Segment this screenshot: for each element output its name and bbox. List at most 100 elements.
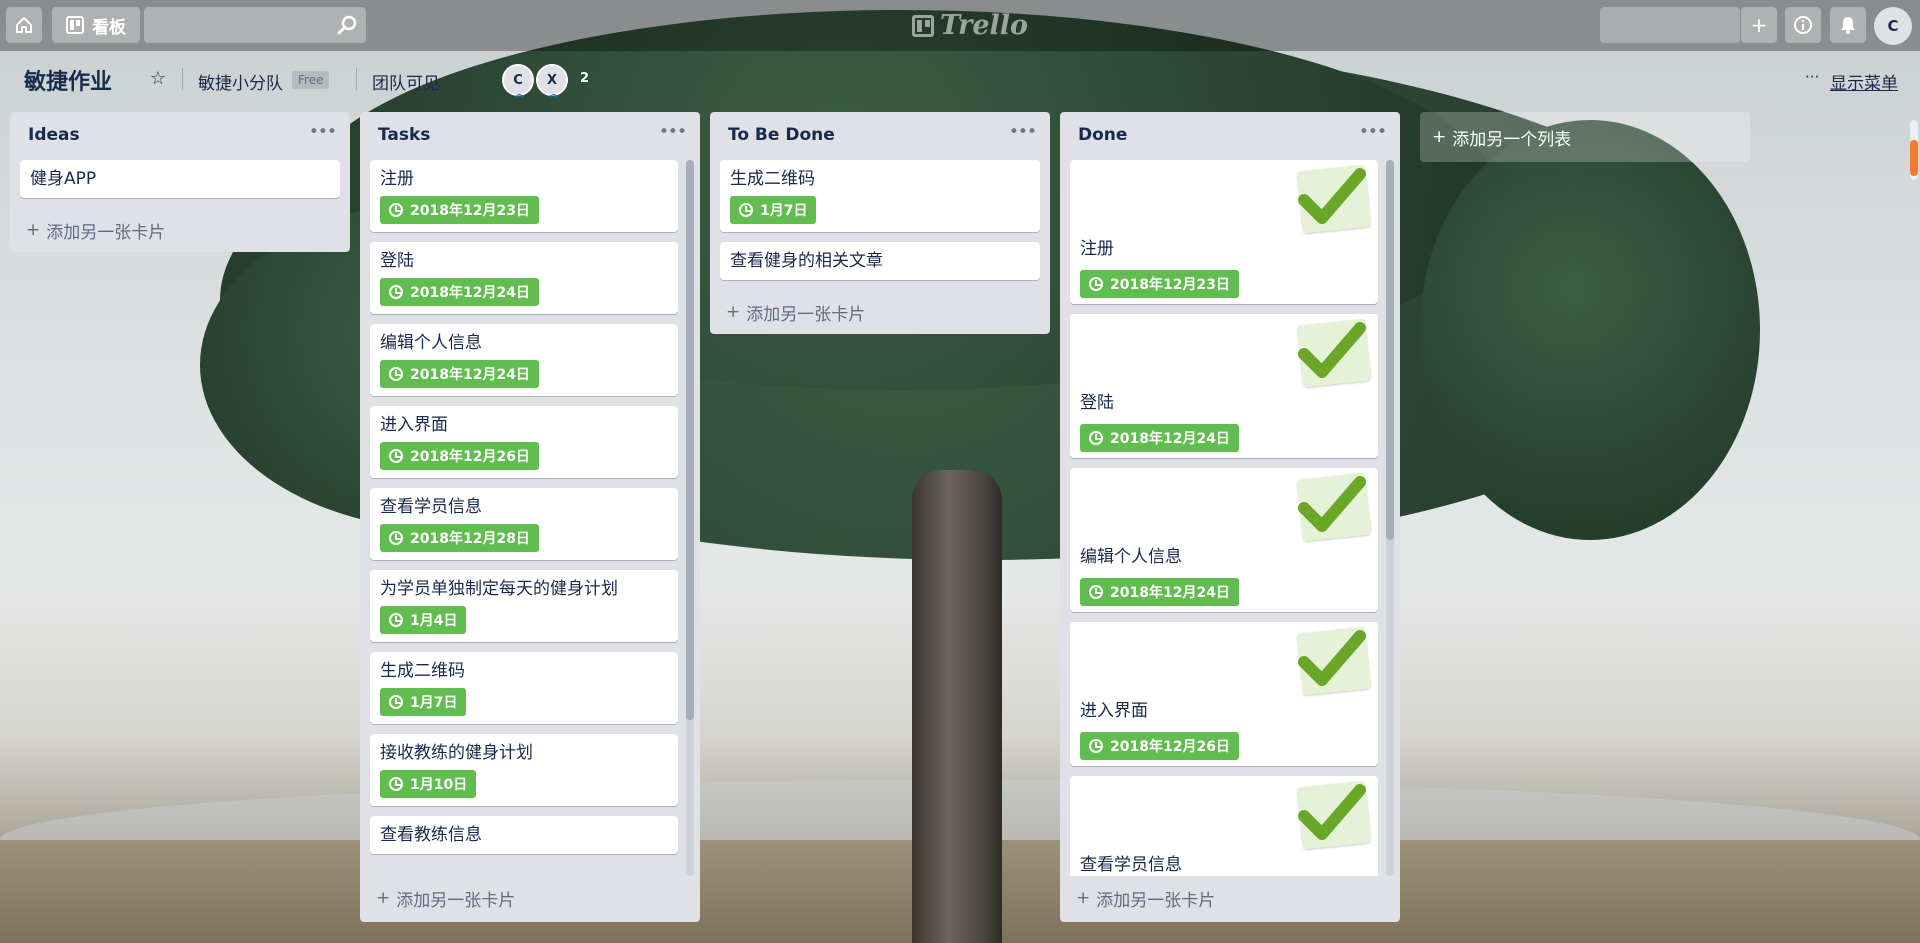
due-date-badge[interactable]: 2018年12月24日	[1080, 578, 1239, 606]
boards-label: 看板	[92, 17, 126, 38]
board-title[interactable]: 敏捷作业	[24, 64, 112, 96]
card[interactable]: 编辑个人信息 2018年12月24日	[370, 324, 678, 396]
top-navbar: 看板 Trello + C	[0, 0, 1920, 51]
boards-button[interactable]: 看板	[52, 7, 140, 43]
card-title: 注册	[380, 169, 414, 189]
create-button[interactable]: +	[1741, 7, 1777, 43]
list-header[interactable]: Done •••	[1060, 112, 1400, 160]
card[interactable]: 查看教练信息	[370, 816, 678, 854]
list-scroll-thumb[interactable]	[1386, 160, 1394, 540]
clock-icon	[1089, 431, 1103, 445]
trello-logo[interactable]: Trello	[912, 10, 1028, 41]
check-icon	[1298, 322, 1366, 378]
notifications-button[interactable]	[1830, 7, 1866, 43]
member-count[interactable]: 2	[580, 71, 589, 86]
boards-icon	[66, 16, 84, 34]
list-scroll-thumb[interactable]	[686, 160, 694, 720]
due-date-badge[interactable]: 1月7日	[730, 196, 817, 224]
add-card-button[interactable]: + 添加另一张卡片	[360, 876, 700, 920]
list-menu-icon[interactable]: •••	[309, 122, 337, 142]
clock-icon	[1089, 585, 1103, 599]
list-header[interactable]: Tasks •••	[360, 112, 700, 160]
card[interactable]: 查看学员信息	[1070, 776, 1378, 876]
card-title: 注册	[1080, 239, 1114, 259]
card[interactable]: 生成二维码 1月7日	[370, 652, 678, 724]
add-card-label: 添加另一张卡片	[746, 304, 866, 325]
card[interactable]: 为学员单独制定每天的健身计划 1月4日	[370, 570, 678, 642]
list-title[interactable]: Ideas	[28, 125, 80, 145]
add-card-label: 添加另一张卡片	[46, 222, 166, 243]
list-scrollbar[interactable]	[686, 160, 694, 876]
due-date-badge[interactable]: 2018年12月28日	[380, 524, 539, 552]
list-menu-icon[interactable]: •••	[1009, 122, 1037, 142]
search-button[interactable]	[328, 7, 366, 43]
due-date-badge[interactable]: 1月4日	[380, 606, 467, 634]
add-card-label: 添加另一张卡片	[396, 890, 516, 911]
board-header: 敏捷作业 ☆ 敏捷小分队 Free 团队可见 C ︽ X ︽ 2 ··· 显示菜单	[0, 58, 1920, 100]
card[interactable]: 注册 2018年12月23日	[370, 160, 678, 232]
check-icon	[1298, 476, 1366, 532]
clock-icon	[389, 695, 403, 709]
board-scroll-thumb[interactable]	[1910, 140, 1918, 176]
add-card-button[interactable]: + 添加另一张卡片	[1060, 876, 1400, 920]
due-date-badge[interactable]: 2018年12月24日	[380, 360, 539, 388]
chevron-icon: ︽	[515, 90, 525, 100]
star-icon[interactable]: ☆	[146, 66, 170, 90]
card[interactable]: 查看学员信息 2018年12月28日	[370, 488, 678, 560]
list-header[interactable]: To Be Done •••	[710, 112, 1050, 160]
due-date-badge[interactable]: 2018年12月23日	[380, 196, 539, 224]
more-icon[interactable]: ···	[1805, 68, 1819, 86]
list-header[interactable]: Ideas •••	[10, 112, 350, 160]
due-date: 2018年12月24日	[1110, 431, 1230, 447]
due-date-badge[interactable]: 2018年12月24日	[380, 278, 539, 306]
team-name[interactable]: 敏捷小分队	[198, 69, 283, 94]
info-button[interactable]	[1785, 7, 1821, 43]
header-divider	[356, 68, 357, 90]
card[interactable]: 健身APP	[20, 160, 340, 198]
member-avatar[interactable]: C ︽	[502, 64, 534, 100]
due-date-badge[interactable]: 2018年12月24日	[1080, 424, 1239, 452]
list-title[interactable]: Done	[1078, 125, 1127, 145]
show-menu-link[interactable]: 显示菜单	[1830, 69, 1898, 94]
card[interactable]: 进入界面 2018年12月26日	[370, 406, 678, 478]
search-icon	[337, 15, 357, 35]
home-icon	[16, 17, 32, 33]
due-date-badge[interactable]: 1月7日	[380, 688, 467, 716]
list-menu-icon[interactable]: •••	[1359, 122, 1387, 142]
due-date-badge[interactable]: 1月10日	[380, 770, 477, 798]
add-card-button[interactable]: + 添加另一张卡片	[10, 208, 350, 252]
user-avatar[interactable]: C	[1874, 7, 1912, 45]
visibility-button[interactable]: 团队可见	[372, 69, 440, 94]
card-title: 健身APP	[30, 169, 97, 189]
topbar-right-area	[1600, 7, 1740, 43]
card[interactable]: 登陆 2018年12月24日	[370, 242, 678, 314]
card[interactable]: 进入界面 2018年12月26日	[1070, 622, 1378, 766]
due-date: 2018年12月28日	[410, 531, 530, 547]
list-title[interactable]: Tasks	[378, 125, 430, 145]
card[interactable]: 注册 2018年12月23日	[1070, 160, 1378, 304]
check-icon	[1298, 168, 1366, 224]
card-title: 生成二维码	[730, 169, 815, 189]
card[interactable]: 接收教练的健身计划 1月10日	[370, 734, 678, 806]
list-menu-icon[interactable]: •••	[659, 122, 687, 142]
list-scrollbar[interactable]	[1386, 160, 1394, 876]
home-button[interactable]	[6, 7, 42, 43]
plus-icon: +	[1750, 13, 1768, 37]
clock-icon	[389, 285, 403, 299]
list-ideas: Ideas ••• 健身APP + 添加另一张卡片	[10, 112, 350, 252]
card-title: 生成二维码	[380, 661, 465, 681]
card[interactable]: 编辑个人信息 2018年12月24日	[1070, 468, 1378, 612]
list-tasks: Tasks ••• 注册 2018年12月23日 登陆 2018年12月24日 …	[360, 112, 700, 922]
due-date-badge[interactable]: 2018年12月23日	[1080, 270, 1239, 298]
member-avatar[interactable]: X ︽	[536, 64, 568, 100]
due-date: 2018年12月24日	[1110, 585, 1230, 601]
add-list-button[interactable]: + 添加另一个列表	[1420, 112, 1750, 162]
due-date-badge[interactable]: 2018年12月26日	[380, 442, 539, 470]
card[interactable]: 查看健身的相关文章	[720, 242, 1040, 280]
add-card-button[interactable]: + 添加另一张卡片	[710, 290, 1050, 334]
card[interactable]: 生成二维码 1月7日	[720, 160, 1040, 232]
free-badge: Free	[292, 71, 330, 89]
card[interactable]: 登陆 2018年12月24日	[1070, 314, 1378, 458]
due-date-badge[interactable]: 2018年12月26日	[1080, 732, 1239, 760]
list-title[interactable]: To Be Done	[728, 125, 835, 145]
